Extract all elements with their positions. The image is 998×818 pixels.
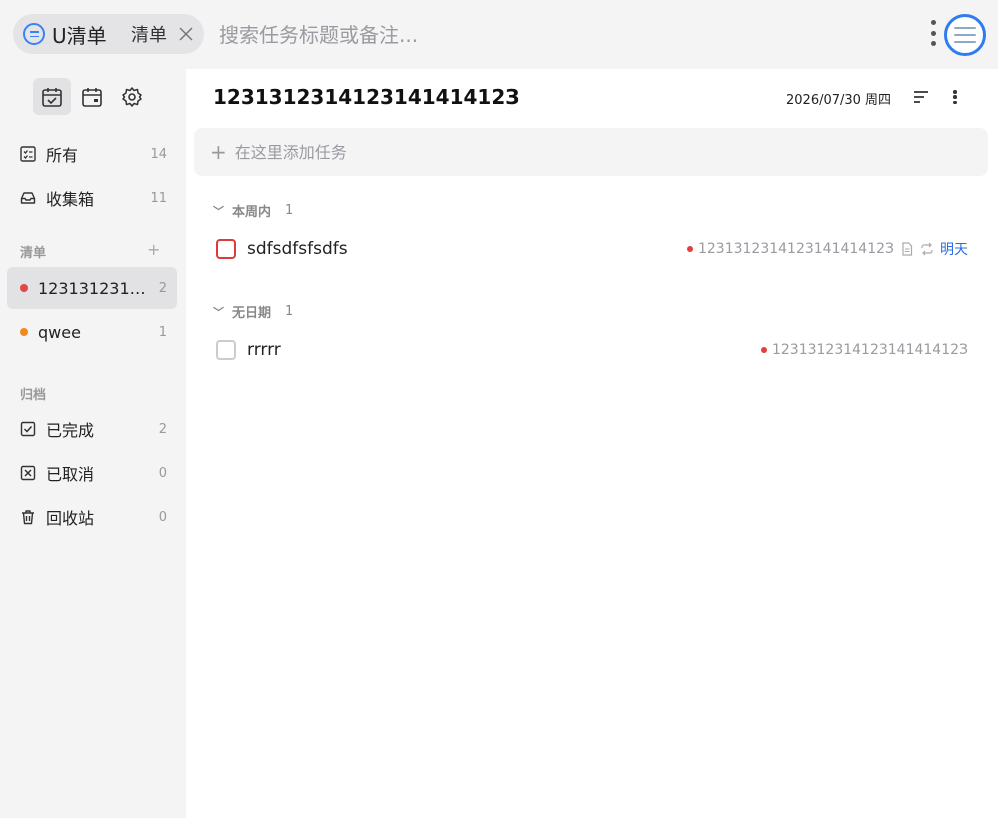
app-logo-icon xyxy=(23,23,45,45)
group-label: 无日期 xyxy=(232,306,272,321)
app-name: U清单 xyxy=(52,23,107,48)
sidebar-item-label: 收集箱 xyxy=(46,190,95,209)
plus-icon: + xyxy=(210,140,227,164)
list-color-dot xyxy=(760,347,767,353)
repeat-icon xyxy=(921,242,933,256)
chevron-down-icon: ﹀ xyxy=(213,204,224,218)
sidebar-item-all[interactable]: 所有 14 xyxy=(7,133,177,175)
task-row[interactable]: rrrrr 123131231412314141412З xyxy=(216,330,968,370)
app-tab[interactable]: U清单 xyxy=(13,14,125,54)
lists-section-header: 清单 xyxy=(20,246,47,261)
sidebar-item-label: 1231312314... xyxy=(38,278,150,298)
item-count: 2 xyxy=(158,280,167,296)
item-count: 14 xyxy=(150,146,167,162)
inbox-icon xyxy=(20,190,36,206)
check-square-icon xyxy=(20,421,36,437)
add-list-button[interactable]: + xyxy=(147,240,160,259)
x-square-icon xyxy=(20,465,36,481)
sidebar-item-list-qwee[interactable]: qwee 1 xyxy=(7,311,177,353)
sidebar-item-label: 已取消 xyxy=(46,465,95,484)
task-list-name: 123131231412314141412З xyxy=(697,241,894,257)
archive-section-header: 归档 xyxy=(20,388,47,403)
add-task-input[interactable] xyxy=(234,142,935,162)
list-tab-label: 清单 xyxy=(131,25,167,46)
add-task-bar[interactable]: + xyxy=(194,128,988,176)
chevron-down-icon: ﹀ xyxy=(213,305,224,319)
due-date: 明天 xyxy=(940,242,968,258)
view-switcher xyxy=(33,78,151,115)
search-input[interactable] xyxy=(219,20,899,50)
more-options-icon[interactable] xyxy=(950,87,960,107)
main-panel: 123131231412314141412З 2026/07/30 周四 + ﹀… xyxy=(186,69,998,818)
list-color-dot xyxy=(20,328,28,336)
task-title: rrrrr xyxy=(247,340,281,360)
item-count: 2 xyxy=(158,421,167,437)
task-checkbox[interactable] xyxy=(216,239,236,259)
task-meta: 123131231412314141412З 明天 xyxy=(686,239,968,259)
item-count: 1 xyxy=(158,324,167,340)
group-label: 本周内 xyxy=(232,205,272,220)
group-header-this-week[interactable]: ﹀ 本周内 1 xyxy=(213,201,293,220)
gear-icon[interactable] xyxy=(113,78,151,115)
task-list-name: 123131231412314141412З xyxy=(771,342,968,358)
page-title: 123131231412314141412З xyxy=(213,85,520,109)
sidebar-item-label: 已完成 xyxy=(46,421,95,440)
sidebar: 所有 14 收集箱 11 清单 + 1231312314... 2 qwee 1… xyxy=(0,69,186,818)
main-menu-icon[interactable] xyxy=(944,14,986,56)
task-row[interactable]: sdfsdfsfsdfs 123131231412314141412З 明天 xyxy=(216,229,968,269)
sidebar-item-label: 回收站 xyxy=(46,509,95,528)
sidebar-item-trash[interactable]: 回收站 0 xyxy=(7,496,177,538)
calendar-icon[interactable] xyxy=(73,78,111,115)
item-count: 0 xyxy=(158,509,167,525)
task-checkbox[interactable] xyxy=(216,340,236,360)
calendar-check-icon[interactable] xyxy=(33,78,71,115)
trash-icon xyxy=(20,509,36,525)
task-title: sdfsdfsfsdfs xyxy=(247,239,348,259)
list-color-dot xyxy=(686,246,693,252)
checklist-icon xyxy=(20,146,36,162)
sidebar-item-label: qwee xyxy=(38,322,81,342)
sort-icon[interactable] xyxy=(912,88,930,106)
more-vertical-icon[interactable] xyxy=(926,18,940,48)
group-header-no-date[interactable]: ﹀ 无日期 1 xyxy=(213,302,293,321)
current-date: 2026/07/30 周四 xyxy=(786,93,892,108)
item-count: 11 xyxy=(150,190,167,206)
sidebar-item-list-1[interactable]: 1231312314... 2 xyxy=(7,267,177,309)
task-meta: 123131231412314141412З xyxy=(760,342,968,358)
top-bar: U清单 清单 xyxy=(0,0,998,69)
sidebar-item-cancelled[interactable]: 已取消 0 xyxy=(7,452,177,494)
list-color-dot xyxy=(20,284,28,292)
note-icon xyxy=(902,242,913,256)
item-count: 0 xyxy=(158,465,167,481)
sidebar-item-label: 所有 xyxy=(46,146,79,165)
group-count: 1 xyxy=(285,304,294,319)
close-icon[interactable] xyxy=(178,26,194,42)
sidebar-item-completed[interactable]: 已完成 2 xyxy=(7,408,177,450)
group-count: 1 xyxy=(285,203,294,218)
list-tab[interactable]: 清单 xyxy=(113,14,204,54)
sidebar-item-inbox[interactable]: 收集箱 11 xyxy=(7,177,177,219)
